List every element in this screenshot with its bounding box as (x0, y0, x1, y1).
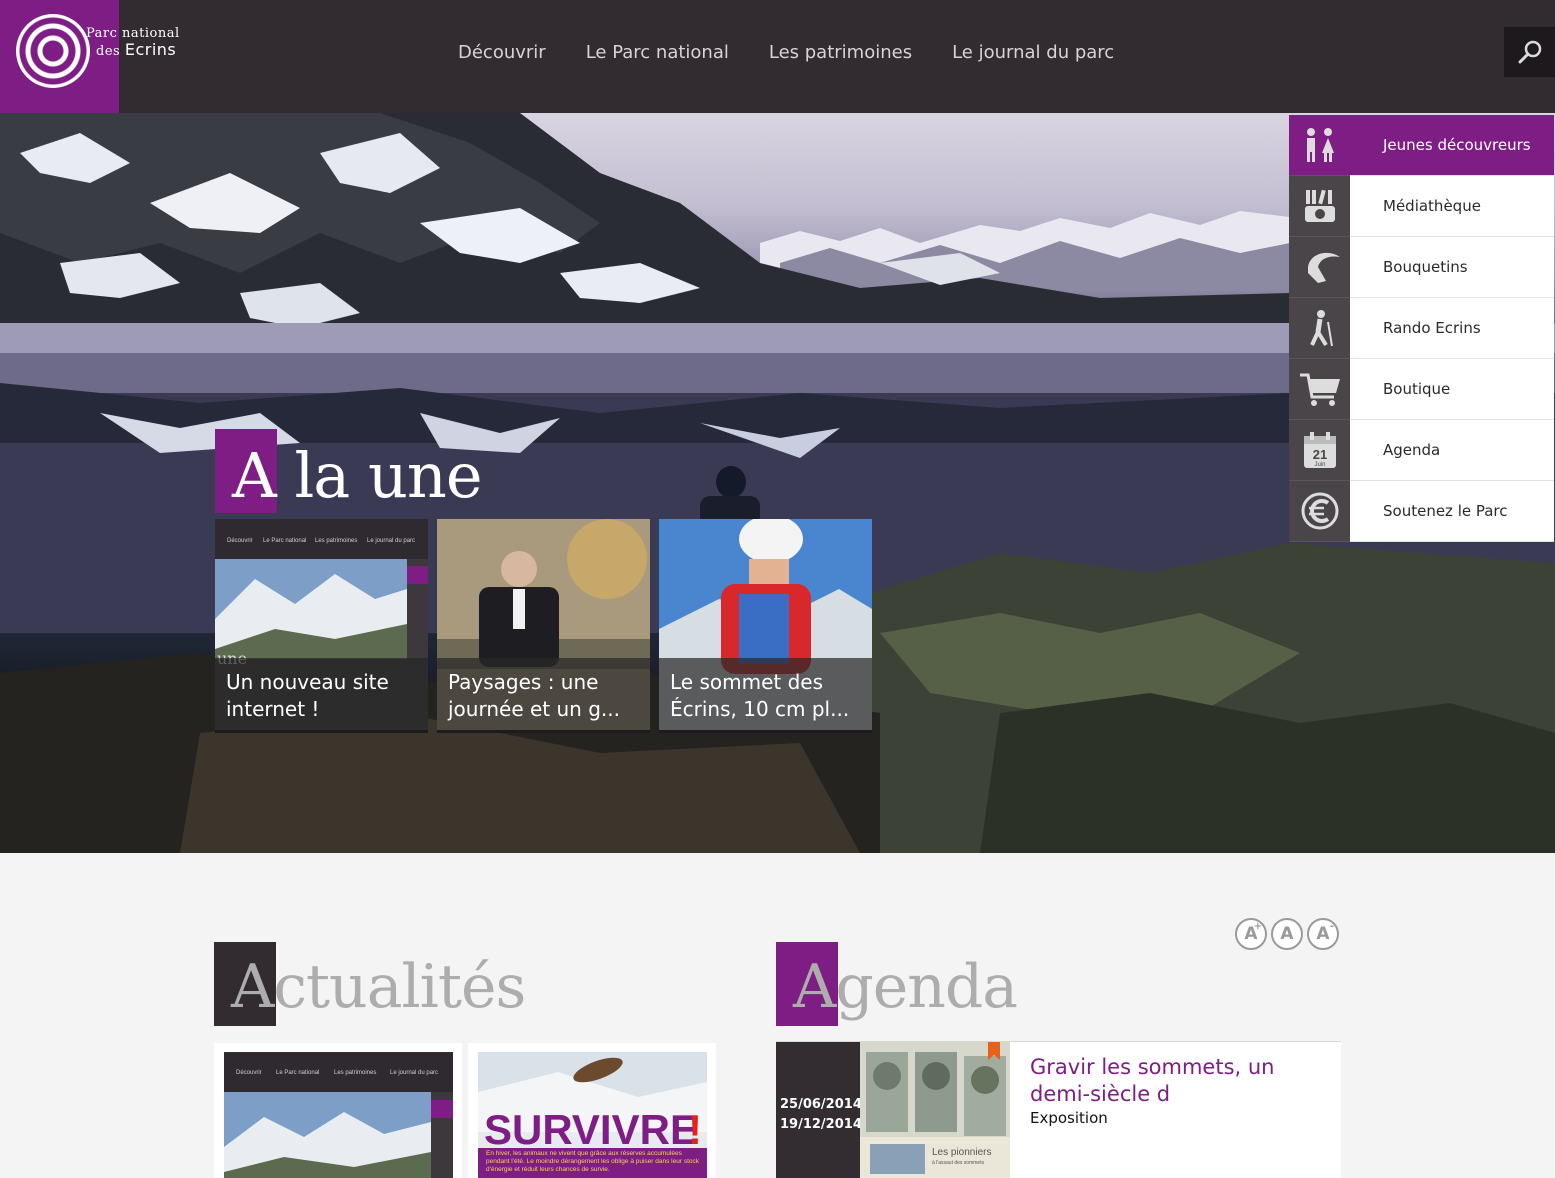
actualites-card-thumbnail: Découvrir Le Parc national Les patrimoin… (224, 1052, 453, 1178)
quick-menu-label: Boutique (1350, 359, 1554, 419)
font-decrease-sign: - (1329, 921, 1334, 932)
news-card-nouveau-site[interactable]: Découvrir Le Parc national Les patrimoin… (215, 519, 428, 733)
font-decrease-label: A (1316, 924, 1330, 944)
thumb-nav-4: Le journal du parc (367, 538, 415, 544)
news-card-caption: Un nouveau site internet ! (215, 658, 428, 730)
logo-line1: Parc national (86, 26, 180, 41)
font-decrease-button[interactable]: A- (1307, 918, 1339, 950)
quick-menu-bouquetins[interactable]: Bouquetins (1289, 237, 1554, 298)
calendar-icon: 21 Juin (1289, 420, 1350, 481)
nav-item-le-parc-national[interactable]: Le Parc national (586, 42, 729, 63)
thumb-nav-3: Les patrimoines (315, 538, 357, 544)
thumb-nav-1: Découvrir (236, 1070, 262, 1076)
site-logo[interactable]: Parc national des Ecrins (0, 0, 179, 113)
media-icon (1289, 176, 1350, 237)
thumb-nav-4: Le journal du parc (390, 1070, 438, 1076)
actualites-card-survivre[interactable]: SURVIVRE ! En hiver, les animaux ne vive… (468, 1043, 716, 1178)
news-card-caption: Paysages : une journée et un g... (437, 658, 650, 730)
news-card-caption: Le sommet des Écrins, 10 cm pl... (659, 658, 872, 730)
logo-text: Parc national des Ecrins (86, 26, 180, 60)
font-reset-button[interactable]: A (1271, 918, 1303, 950)
a-la-une-title: A la une (232, 439, 483, 512)
nav-item-les-patrimoines[interactable]: Les patrimoines (769, 42, 912, 63)
quick-menu-label: Soutenez le Parc (1350, 481, 1554, 541)
quick-menu-jeunes-decouvreurs[interactable]: Jeunes découvreurs (1289, 115, 1554, 176)
nav-item-le-journal-du-parc[interactable]: Le journal du parc (952, 42, 1114, 63)
quick-access-menu: Jeunes découvreurs Médiathèque Bouquetin… (1289, 115, 1554, 542)
font-reset-label: A (1280, 924, 1294, 944)
agenda-poster-text-1: Les pionniers (932, 1147, 991, 1158)
font-size-controls: A + A A- (1235, 918, 1339, 950)
search-icon (1518, 40, 1541, 64)
actualites-card-site[interactable]: Découvrir Le Parc national Les patrimoin… (214, 1043, 462, 1178)
cart-icon (1289, 359, 1350, 420)
thumb-nav-1: Découvrir (227, 538, 253, 544)
quick-menu-boutique[interactable]: Boutique (1289, 359, 1554, 420)
ibex-icon (1289, 237, 1350, 298)
agenda-event[interactable]: 25/06/2014 19/12/2014 Les pionniers à l'… (776, 1041, 1341, 1178)
agenda-event-dates: 25/06/2014 19/12/2014 (776, 1042, 862, 1178)
agenda-date-end: 19/12/2014 (780, 1117, 862, 1132)
logo-line2-name: Ecrins (124, 40, 177, 59)
thumb-nav-2: Le Parc national (263, 538, 306, 544)
search-button[interactable] (1504, 27, 1555, 77)
agenda-date-start: 25/06/2014 (780, 1097, 862, 1112)
logo-line2-prefix: des (96, 44, 121, 59)
quick-menu-label: Bouquetins (1350, 237, 1554, 297)
font-increase-sign: + (1253, 921, 1262, 932)
agenda-title: Agenda (793, 952, 1018, 1022)
quick-menu-soutenez-le-parc[interactable]: Soutenez le Parc (1289, 481, 1554, 542)
site-header: Parc national des Ecrins Découvrir Le Pa… (0, 0, 1555, 113)
nav-item-decouvrir[interactable]: Découvrir (458, 42, 546, 63)
logo-swirl-icon (16, 14, 90, 88)
quick-menu-mediatheque[interactable]: Médiathèque (1289, 176, 1554, 237)
calendar-icon-day: 21 (1312, 447, 1326, 462)
main-nav: Découvrir Le Parc national Les patrimoin… (458, 42, 1154, 63)
quick-menu-label: Médiathèque (1350, 176, 1554, 236)
kids-icon (1289, 115, 1350, 176)
quick-menu-agenda[interactable]: 21 Juin Agenda (1289, 420, 1554, 481)
quick-menu-label: Rando Ecrins (1350, 298, 1554, 358)
survivre-title: SURVIVRE (484, 1106, 698, 1153)
thumb-nav-3: Les patrimoines (334, 1070, 376, 1076)
news-card-sommet-ecrins[interactable]: Le sommet des Écrins, 10 cm pl... (659, 519, 872, 733)
quick-menu-rando-ecrins[interactable]: Rando Ecrins (1289, 298, 1554, 359)
font-increase-button[interactable]: A + (1235, 918, 1267, 950)
agenda-event-type: Exposition (1030, 1109, 1108, 1127)
thumb-nav-2: Le Parc national (276, 1070, 319, 1076)
calendar-icon-month: Juin (1314, 462, 1325, 468)
quick-menu-label: Agenda (1350, 420, 1554, 480)
agenda-event-title: Gravir les sommets, un demi-siècle d (1030, 1055, 1275, 1106)
euro-icon (1289, 481, 1350, 542)
hiker-icon (1289, 298, 1350, 359)
actualites-title: Actualités (231, 952, 526, 1022)
agenda-event-image: Les pionniers à l'assaut des sommets (860, 1042, 1010, 1178)
survivre-text: En hiver, les animaux ne vivent que grâc… (486, 1150, 699, 1173)
news-card-paysages[interactable]: Paysages : une journée et un g... (437, 519, 650, 733)
agenda-poster-text-2: à l'assaut des sommets (932, 1160, 985, 1166)
quick-menu-label: Jeunes découvreurs (1350, 115, 1554, 175)
survivre-mark: ! (688, 1106, 702, 1153)
actualites-card-thumbnail: SURVIVRE ! En hiver, les animaux ne vive… (478, 1052, 707, 1178)
